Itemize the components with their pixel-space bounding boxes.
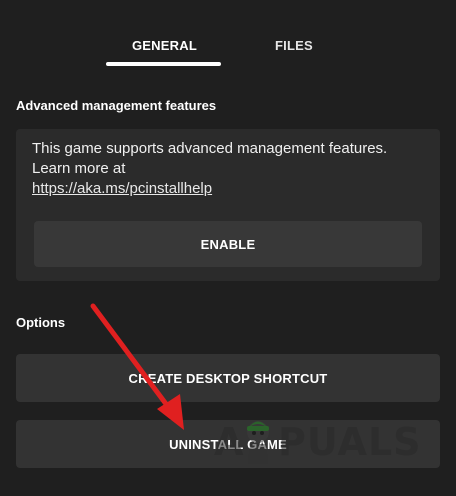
advanced-management-heading: Advanced management features <box>16 98 217 113</box>
pcinstallhelp-link[interactable]: https://aka.ms/pcinstallhelp <box>32 179 424 199</box>
tab-files[interactable]: FILES <box>275 38 313 53</box>
advanced-management-description-block: This game supports advanced management f… <box>32 139 424 199</box>
uninstall-game-button[interactable]: UNINSTALL GAME <box>16 420 440 468</box>
active-tab-indicator <box>106 62 221 66</box>
advanced-management-card: This game supports advanced management f… <box>16 129 440 281</box>
tab-general[interactable]: GENERAL <box>132 38 197 53</box>
enable-button[interactable]: ENABLE <box>34 221 422 267</box>
advanced-management-description: This game supports advanced management f… <box>32 140 388 177</box>
options-heading: Options <box>16 315 66 330</box>
tab-bar: GENERAL FILES <box>0 0 456 70</box>
create-desktop-shortcut-button[interactable]: CREATE DESKTOP SHORTCUT <box>16 354 440 402</box>
